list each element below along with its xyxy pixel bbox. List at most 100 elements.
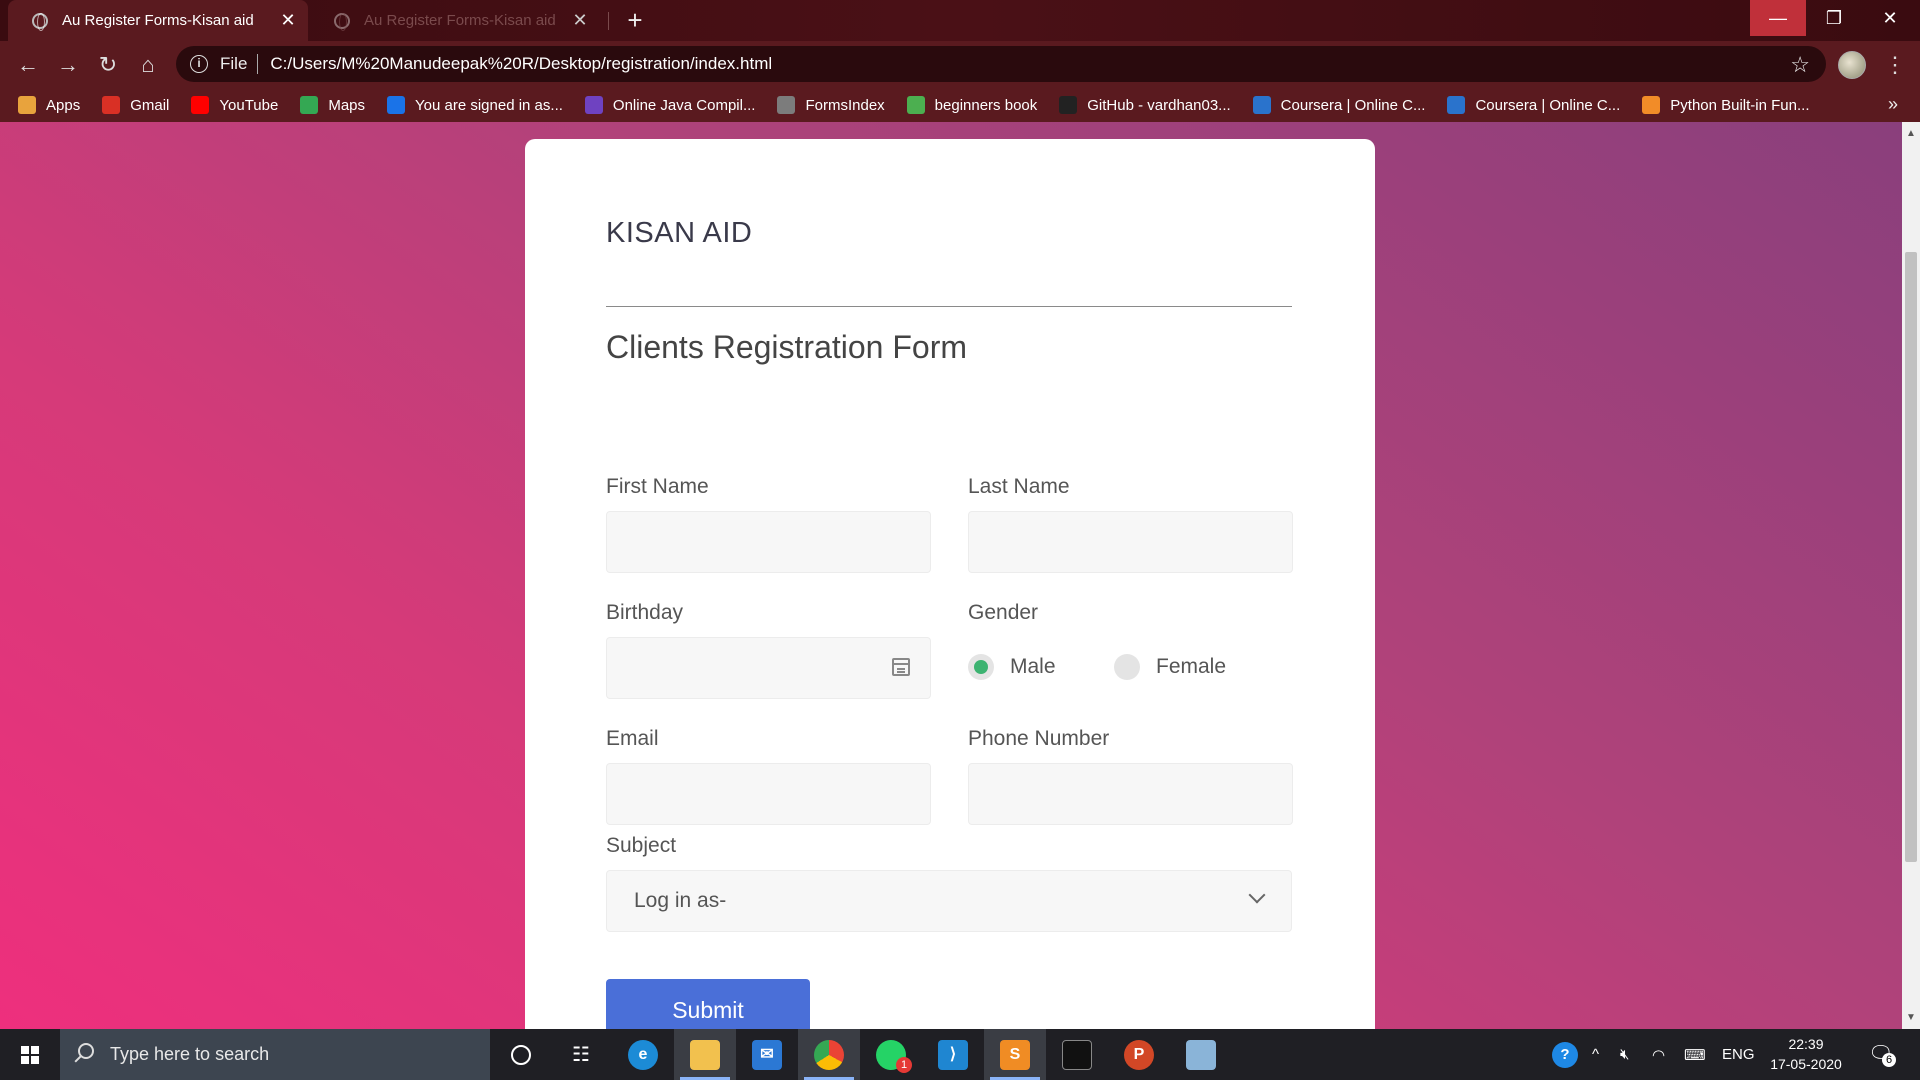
info-icon[interactable]: i [190,55,208,73]
chrome-icon [814,1039,844,1070]
bookmark-item[interactable]: Maps [300,96,365,114]
task-view-button[interactable]: ☷ [550,1029,612,1080]
wifi-icon[interactable]: ◠ [1652,1029,1665,1080]
language-indicator[interactable]: ENG [1722,1029,1755,1080]
forward-arrow-icon[interactable]: → [52,49,84,81]
more-bookmarks-button[interactable]: » [1888,94,1898,115]
birthday-input[interactable] [606,637,931,699]
scroll-thumb[interactable] [1905,252,1917,862]
mail-icon: ✉ [752,1039,782,1070]
taskbar-notepad[interactable] [1170,1029,1232,1080]
radio-checked-icon[interactable] [968,654,994,680]
bookmark-item[interactable]: FormsIndex [777,96,885,114]
tab-separator [608,12,609,30]
github-icon [1059,96,1078,114]
task-view-icon: ☷ [572,1044,590,1066]
terminal-icon [1062,1039,1092,1070]
email-label: Email [606,727,659,750]
email-input[interactable] [606,763,931,825]
bookmark-item[interactable]: GitHub - vardhan03... [1059,96,1231,114]
subject-select[interactable]: Log in as- [606,870,1292,932]
tray-help-icon[interactable]: ? [1552,1029,1578,1080]
submit-button[interactable]: Submit [606,979,810,1029]
action-center-button[interactable]: 🗨︎ 6 [1868,1041,1896,1067]
bookmark-item[interactable]: Coursera | Online C... [1447,96,1620,114]
bookmark-item[interactable]: Online Java Compil... [584,96,756,114]
taskbar-powerpoint[interactable]: P [1108,1029,1170,1080]
windows-logo-icon [21,1046,39,1064]
tray-chevron-up-icon[interactable]: ^ [1592,1029,1599,1080]
close-tab-icon[interactable]: ✕ [570,10,590,30]
taskbar-file-explorer[interactable] [674,1029,736,1080]
back-arrow-icon[interactable]: ← [12,49,44,81]
bb-icon [906,96,925,114]
gender-label: Gender [968,601,1039,624]
bookmark-label: Online Java Compil... [612,96,756,114]
bolt-icon [584,96,603,114]
subject-selected-value: Log in as- [634,889,727,912]
bookmark-label: Coursera | Online C... [1280,96,1426,114]
bookmark-label: Apps [46,96,81,114]
reload-icon[interactable]: ↻ [92,49,124,81]
tab-title: Au Register Forms-Kisan aid [62,12,254,29]
gender-female-label: Female [1156,655,1227,678]
radio-unchecked-icon[interactable] [1114,654,1140,680]
first-name-input[interactable] [606,511,931,573]
vscode-icon: ⟩ [938,1039,968,1070]
minimize-button[interactable]: — [1750,0,1806,36]
taskbar-sublime[interactable]: S [984,1029,1046,1080]
page-scrollbar[interactable]: ▲ ▼ [1902,122,1920,1029]
keyboard-icon[interactable]: ⌨ [1684,1029,1706,1080]
menu-kebab-icon[interactable]: ⋮ [1884,49,1906,81]
taskbar-search[interactable]: Type here to search [60,1029,490,1080]
restore-button[interactable]: ❐ [1806,0,1862,36]
bookmark-item[interactable]: You are signed in as... [387,96,563,114]
edge-icon: e [628,1039,658,1070]
scroll-up-icon[interactable]: ▲ [1906,128,1916,139]
last-name-input[interactable] [968,511,1293,573]
taskbar-mail[interactable]: ✉ [736,1029,798,1080]
s-icon [387,96,406,114]
bookmark-label: FormsIndex [805,96,885,114]
phone-input[interactable] [968,763,1293,825]
coursera-icon [1252,96,1271,114]
start-button[interactable] [0,1029,60,1080]
page-viewport: KISAN AID Clients Registration Form Firs… [0,122,1902,1029]
bookmark-item[interactable]: Apps [18,96,80,114]
home-icon[interactable]: ⌂ [132,49,164,81]
cortana-button[interactable] [490,1029,552,1080]
url-text[interactable]: C:/Users/M%20Manudeepak%20R/Desktop/regi… [270,54,772,74]
taskbar-chrome[interactable] [798,1029,860,1080]
notification-count: 6 [1882,1053,1896,1067]
close-tab-icon[interactable]: ✕ [278,10,298,30]
volume-muted-icon[interactable]: 🔇︎ [1620,1029,1629,1080]
taskbar-whatsapp[interactable]: 1 [860,1029,922,1080]
notepad-icon [1186,1039,1216,1070]
address-bar[interactable]: i File C:/Users/M%20Manudeepak%20R/Deskt… [176,46,1826,82]
form-title: Clients Registration Form [606,329,967,365]
scroll-down-icon[interactable]: ▼ [1906,1012,1916,1023]
bookmark-item[interactable]: beginners book [906,96,1037,114]
youtube-icon [191,96,210,114]
gender-female-radio[interactable]: Female [1114,654,1226,680]
tab-inactive[interactable]: Au Register Forms-Kisan aid ✕ [310,0,600,41]
bookmark-star-icon[interactable]: ☆ [1790,52,1810,78]
calendar-icon[interactable] [892,658,910,676]
taskbar-clock[interactable]: 22:39 17-05-2020 [1764,1034,1848,1074]
tab-active[interactable]: Au Register Forms-Kisan aid ✕ [8,0,308,41]
close-window-button[interactable]: ✕ [1862,0,1918,36]
divider [606,306,1292,307]
taskbar-terminal[interactable] [1046,1029,1108,1080]
taskbar-edge[interactable]: e [612,1029,674,1080]
bookmark-item[interactable]: Coursera | Online C... [1252,96,1426,114]
bookmark-item[interactable]: Gmail [102,96,169,114]
bookmark-item[interactable]: Python Built-in Fun... [1642,96,1810,114]
gender-male-radio[interactable]: Male [968,654,1056,680]
profile-avatar[interactable] [1838,51,1866,79]
whatsapp-badge: 1 [896,1057,912,1073]
new-tab-button[interactable]: + [620,6,650,36]
taskbar-vscode[interactable]: ⟩ [922,1029,984,1080]
subject-label: Subject [606,834,677,857]
bookmark-label: YouTube [219,96,279,114]
bookmark-item[interactable]: YouTube [191,96,278,114]
